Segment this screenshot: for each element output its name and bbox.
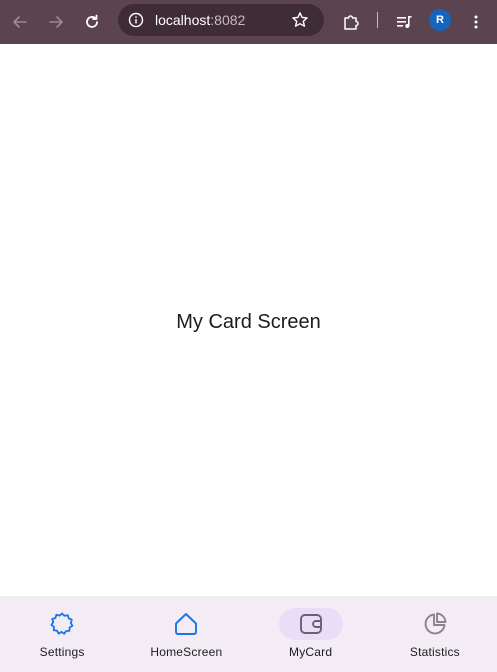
reload-button[interactable] xyxy=(80,10,104,34)
nav-item-statistics[interactable]: Statistics xyxy=(373,596,497,672)
media-controls-button[interactable] xyxy=(392,10,416,34)
nav-item-settings[interactable]: Settings xyxy=(0,596,124,672)
nav-label-statistics: Statistics xyxy=(409,645,460,659)
forward-button[interactable] xyxy=(44,10,68,34)
nav-active-indicator xyxy=(278,608,343,640)
bookmark-button[interactable] xyxy=(290,10,310,30)
back-arrow-icon xyxy=(13,16,27,28)
queue-music-icon xyxy=(397,16,412,28)
screen-title: My Card Screen xyxy=(176,311,321,333)
browser-toolbar: localhost:8082 R xyxy=(0,0,497,44)
nav-item-mycard[interactable]: MyCard xyxy=(249,596,373,672)
menu-button[interactable] xyxy=(464,10,488,34)
toolbar-separator xyxy=(377,12,378,28)
nav-indicator xyxy=(403,608,467,640)
nav-item-homescreen[interactable]: HomeScreen xyxy=(124,596,248,672)
profile-avatar[interactable]: R xyxy=(429,9,451,31)
puzzle-icon xyxy=(344,15,359,30)
wallet-icon xyxy=(299,614,322,634)
info-icon xyxy=(128,12,144,28)
extensions-button[interactable] xyxy=(339,10,363,34)
nav-indicator xyxy=(154,608,218,640)
nav-indicator xyxy=(30,608,94,640)
reload-icon xyxy=(86,14,98,28)
url-text[interactable]: localhost:8082 xyxy=(155,12,245,28)
main-content: My Card Screen xyxy=(0,44,497,596)
home-icon xyxy=(175,613,198,635)
url-port: :8082 xyxy=(210,12,246,28)
nav-label-homescreen: HomeScreen xyxy=(150,645,223,659)
site-info-button[interactable] xyxy=(126,10,146,30)
forward-arrow-icon xyxy=(49,16,63,28)
bottom-navigation-bar: Settings HomeScreen MyCard Statistics xyxy=(0,596,497,672)
back-button[interactable] xyxy=(8,10,32,34)
star-icon xyxy=(292,12,308,27)
settings-icon xyxy=(50,612,74,635)
more-vertical-icon xyxy=(474,15,478,29)
pie-chart-icon xyxy=(424,612,447,635)
nav-label-settings: Settings xyxy=(39,645,85,659)
nav-label-mycard: MyCard xyxy=(289,645,333,659)
address-bar[interactable]: localhost:8082 xyxy=(118,4,324,36)
url-host: localhost xyxy=(155,12,211,28)
